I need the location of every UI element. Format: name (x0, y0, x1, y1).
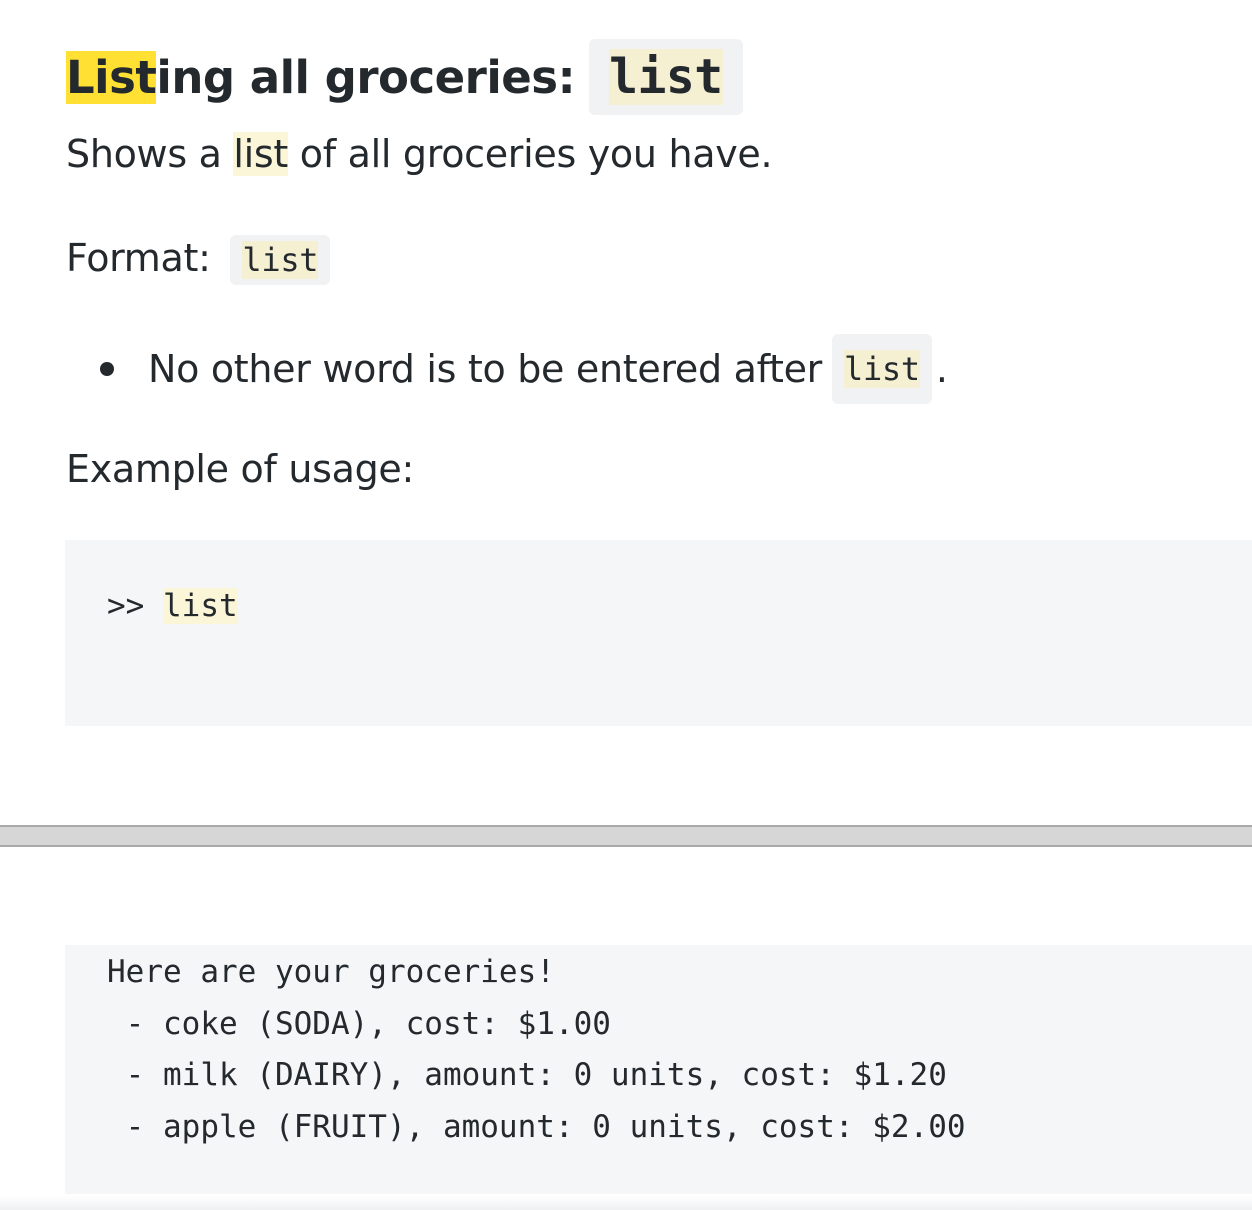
example-label: Example of usage: (66, 447, 415, 491)
format-command-text: list (242, 241, 319, 279)
output-lines: Here are your groceries! - coke (SODA), … (107, 947, 966, 1153)
output-code-block: Here are your groceries! - coke (SODA), … (65, 945, 1252, 1194)
output-line: Here are your groceries! (107, 954, 555, 990)
bullet-list-item: No other word is to be entered after lis… (100, 334, 948, 404)
heading-command-code: list (589, 39, 743, 116)
heading-text: ing all groceries: (156, 50, 576, 104)
output-line: - apple (FRUIT), amount: 0 units, cost: … (107, 1108, 966, 1145)
description-after: of all groceries you have. (288, 132, 773, 176)
bullet-command-code: list (832, 334, 932, 404)
bullet-command-text: list (844, 350, 920, 388)
section-divider (0, 825, 1252, 847)
usage-command: list (163, 588, 238, 624)
bullet-text: No other word is to be entered after (148, 347, 822, 391)
usage-prompt: >> (107, 588, 163, 624)
heading-highlighted-text: List (66, 50, 157, 104)
bullet-dot-icon (100, 362, 114, 376)
usage-code-block: >> list (65, 540, 1252, 726)
format-command-code: list (230, 235, 331, 285)
format-label: Format: (66, 236, 211, 280)
description-paragraph: Shows a list of all groceries you have. (66, 125, 773, 183)
section-heading: List ing all groceries: list (66, 36, 743, 118)
output-line: - coke (SODA), cost: $1.00 (107, 1005, 611, 1042)
description-before: Shows a (66, 132, 234, 176)
bottom-shadow (0, 1196, 1252, 1210)
format-line: Format: list (66, 229, 331, 289)
heading-command-text: list (609, 49, 723, 106)
description-keyword: list (233, 132, 289, 176)
output-line: - milk (DAIRY), amount: 0 units, cost: $… (107, 1057, 947, 1093)
usage-code-line: >> list (107, 586, 238, 626)
bullet-suffix: . (935, 347, 948, 391)
